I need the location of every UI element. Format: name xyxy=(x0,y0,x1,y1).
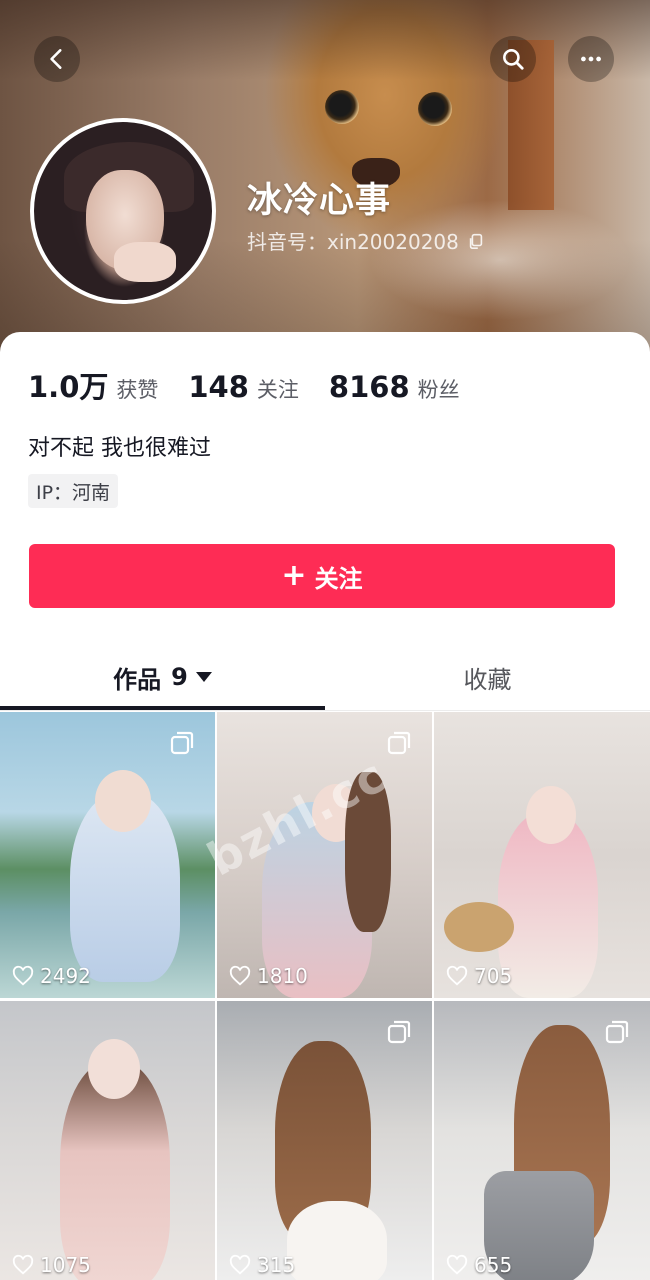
post-likes: 1810 xyxy=(229,964,308,988)
cover-cub-eye-left xyxy=(325,90,359,124)
tab-favorites-label: 收藏 xyxy=(463,665,512,694)
back-icon xyxy=(50,49,62,69)
avatar[interactable] xyxy=(30,118,216,304)
follow-button[interactable]: + 关注 xyxy=(29,544,615,608)
search-button[interactable] xyxy=(490,36,536,82)
heart-icon xyxy=(12,1254,34,1275)
tab-favorites[interactable]: 收藏 xyxy=(325,642,650,712)
tab-divider xyxy=(0,710,650,711)
stat-followers[interactable]: 8168 粉丝 xyxy=(329,370,460,404)
post-tile[interactable]: 1075 xyxy=(0,1001,215,1280)
post-tile[interactable]: 2492 xyxy=(0,712,215,998)
post-tile[interactable]: 655 xyxy=(434,1001,650,1280)
more-icon xyxy=(581,56,601,62)
heart-icon xyxy=(12,965,34,986)
stat-likes[interactable]: 1.0万 获赞 xyxy=(28,364,158,406)
multi-image-icon xyxy=(605,1020,629,1044)
heart-icon xyxy=(446,1254,468,1275)
plus-icon: + xyxy=(281,558,307,593)
more-button[interactable] xyxy=(568,36,614,82)
nickname: 冰冷心事 xyxy=(247,181,392,221)
bio: 对不起 我也很难过 xyxy=(28,436,211,461)
back-button[interactable] xyxy=(34,36,80,82)
douyin-id-text: 抖音号：xin20020208 xyxy=(247,230,459,254)
tab-works-count: 9 xyxy=(171,663,188,691)
multi-image-icon xyxy=(170,731,194,755)
caret-down-icon xyxy=(195,672,212,682)
multi-image-icon xyxy=(387,1020,411,1044)
heart-icon xyxy=(229,1254,251,1275)
tab-works[interactable]: 作品 9 xyxy=(0,642,325,712)
posts-grid: 2492 1810 705 1075 315 655 xyxy=(0,712,650,1280)
post-tile[interactable]: 705 xyxy=(434,712,650,998)
stat-following[interactable]: 148 关注 xyxy=(188,370,299,404)
follow-button-label: 关注 xyxy=(314,564,363,593)
post-likes: 655 xyxy=(446,1253,512,1277)
post-tile[interactable]: 1810 xyxy=(217,712,432,998)
post-likes: 2492 xyxy=(12,964,91,988)
heart-icon xyxy=(229,965,251,986)
stats-row: 1.0万 获赞 148 关注 8168 粉丝 xyxy=(28,364,490,406)
douyin-id[interactable]: 抖音号：xin20020208 xyxy=(247,226,485,255)
copy-icon[interactable] xyxy=(467,232,485,250)
post-likes: 315 xyxy=(229,1253,295,1277)
profile-tabs: 作品 9 收藏 xyxy=(0,642,650,712)
search-icon xyxy=(503,49,524,70)
post-tile[interactable]: 315 xyxy=(217,1001,432,1280)
heart-icon xyxy=(446,965,468,986)
multi-image-icon xyxy=(387,731,411,755)
post-likes: 1075 xyxy=(12,1253,91,1277)
tab-works-label: 作品 xyxy=(113,665,162,694)
cover-cub-eye-right xyxy=(418,92,452,126)
ip-location-tag: IP：河南 xyxy=(28,474,119,508)
post-likes: 705 xyxy=(446,964,512,988)
